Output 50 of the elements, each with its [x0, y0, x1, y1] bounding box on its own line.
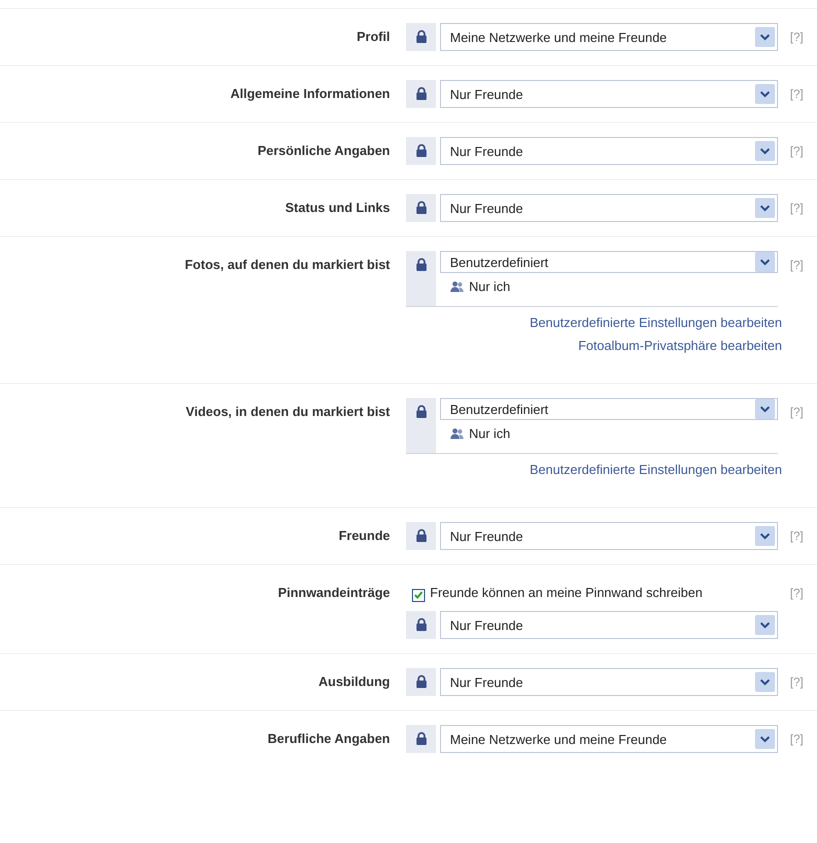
lock-icon	[416, 529, 426, 542]
chevron-down-icon	[760, 204, 770, 212]
privacy-dropdown[interactable]: Nur Freunde	[440, 80, 778, 108]
privacy-dropdown[interactable]: Benutzerdefiniert	[440, 398, 778, 420]
wall-post-checkbox[interactable]: Freunde können an meine Pinnwand schreiben	[412, 583, 778, 603]
setting-label: Persönliche Angaben	[256, 142, 390, 160]
privacy-dropdown[interactable]: Nur Freunde	[440, 611, 778, 639]
setting-label: Pinnwandeinträge	[277, 584, 390, 602]
chevron-down-icon	[760, 90, 770, 98]
setting-label: Freunde	[338, 527, 390, 545]
setting-label: Ausbildung	[318, 673, 390, 691]
chevron-down-icon	[760, 532, 770, 540]
setting-label: Allgemeine Informationen	[229, 85, 390, 103]
lock-icon	[416, 30, 426, 43]
chevron-down-icon	[760, 406, 770, 412]
setting-label: Fotos, auf denen du markiert bist	[184, 256, 390, 274]
lock-icon	[416, 201, 426, 214]
privacy-dropdown[interactable]: Meine Netzwerke und meine Freunde	[440, 725, 778, 753]
people-icon	[450, 428, 464, 440]
privacy-dropdown[interactable]: Nur Freunde	[440, 137, 778, 165]
chevron-down-icon	[760, 34, 770, 40]
setting-label: Videos, in denen du markiert bist	[184, 403, 390, 421]
lock-icon	[416, 87, 426, 100]
setting-label: Profil	[356, 28, 390, 46]
privacy-dropdown[interactable]: Meine Netzwerke und meine Freunde	[440, 23, 778, 51]
privacy-dropdown[interactable]: Nur Freunde	[440, 668, 778, 696]
lock-icon	[416, 618, 426, 631]
checkbox[interactable]	[412, 588, 425, 602]
lock-icon	[416, 258, 426, 271]
chevron-down-icon	[760, 736, 770, 742]
privacy-dropdown[interactable]: Nur Freunde	[440, 194, 778, 222]
privacy-dropdown[interactable]: Nur Freunde	[440, 522, 778, 550]
chevron-down-icon	[760, 622, 770, 628]
people-icon	[450, 280, 464, 292]
edit-link[interactable]: Benutzerdefinierte Einstellungen bearbeiten	[530, 462, 782, 477]
chevron-down-icon	[760, 258, 770, 266]
lock-icon	[416, 405, 426, 418]
audience-label: Nur ich	[436, 273, 778, 306]
audience-label: Nur ich	[436, 420, 778, 453]
setting-label: Berufliche Angaben	[266, 730, 390, 748]
edit-link[interactable]: Fotoalbum-Privatsphäre bearbeiten	[578, 338, 782, 353]
lock-icon	[416, 144, 426, 157]
checkmark-icon	[414, 591, 423, 599]
lock-icon	[416, 675, 426, 688]
privacy-dropdown[interactable]: Benutzerdefiniert	[440, 251, 778, 273]
setting-label: Status und Links	[284, 199, 390, 217]
edit-link[interactable]: Benutzerdefinierte Einstellungen bearbeiten	[530, 315, 782, 330]
lock-icon	[416, 732, 426, 745]
chevron-down-icon	[760, 148, 770, 154]
chevron-down-icon	[760, 678, 770, 686]
